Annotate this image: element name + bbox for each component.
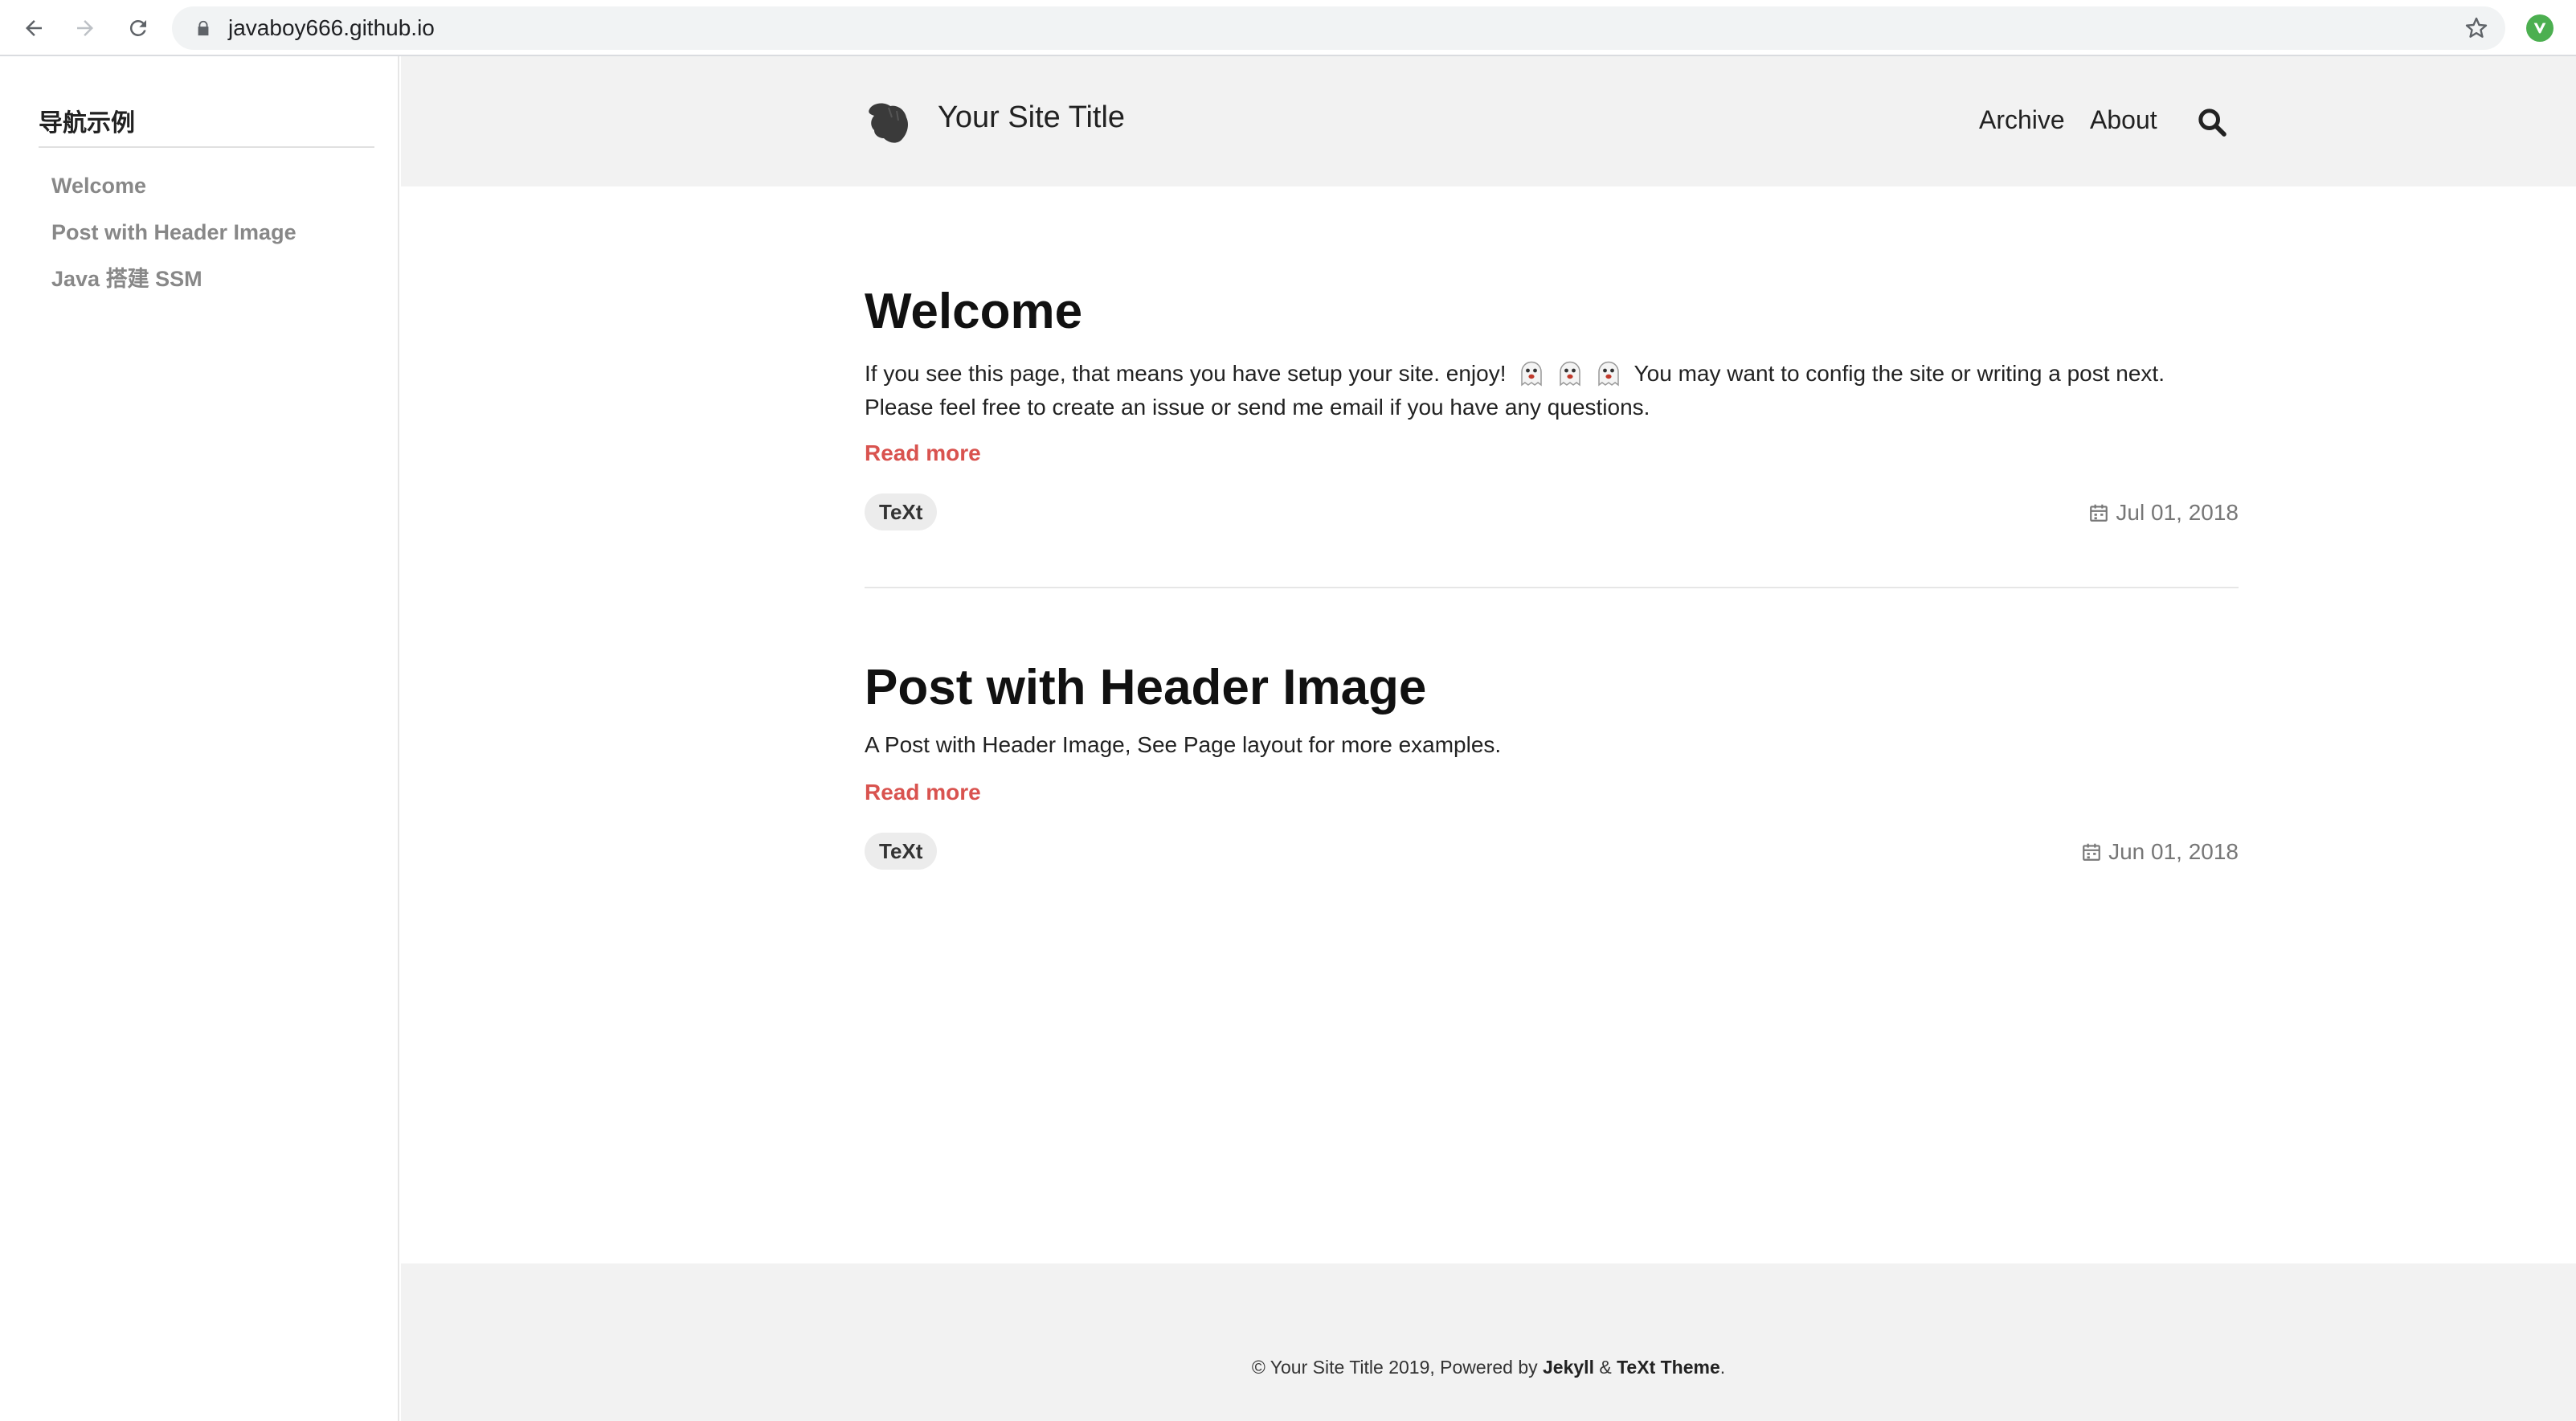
ghost-emoji-icon [1560, 361, 1581, 387]
reload-button[interactable] [121, 10, 156, 46]
post-title[interactable]: Post with Header Image [865, 659, 2239, 716]
post-item: Post with Header Image A Post with Heade… [865, 659, 2239, 870]
footer-amp: & [1599, 1357, 1612, 1378]
forward-arrow-icon [77, 20, 93, 36]
read-more-link[interactable]: Read more [865, 780, 981, 805]
post-excerpt: If you see this page, that means you hav… [865, 357, 2239, 424]
sidebar-item-java-ssm[interactable]: Java 搭建 SSM [51, 256, 296, 302]
site-footer: © Your Site Title 2019, Powered by Jekyl… [401, 1263, 2576, 1421]
logo-icon[interactable] [865, 98, 913, 146]
tag-badge[interactable]: TeXt [865, 833, 938, 870]
address-bar[interactable]: javaboy666.github.io [172, 6, 2505, 50]
calendar-icon [2090, 504, 2108, 522]
nav-archive[interactable]: Archive [1979, 105, 2065, 135]
lock-icon [198, 20, 209, 36]
ghost-emoji-icon [1598, 361, 1620, 387]
excerpt-text: If you see this page, that means you hav… [865, 361, 1507, 386]
post-date-text: Jul 01, 2018 [2116, 500, 2239, 525]
calendar-icon [2083, 843, 2100, 861]
back-button[interactable] [16, 10, 51, 46]
extension-icon[interactable] [2526, 14, 2554, 42]
site-title[interactable]: Your Site Title [938, 100, 1125, 135]
post-title[interactable]: Welcome [865, 283, 2239, 340]
footer-copyright: © Your Site Title 2019, Powered by [1251, 1357, 1538, 1378]
sidebar-item-post-with-header-image[interactable]: Post with Header Image [51, 209, 296, 256]
sidebar-list: Welcome Post with Header Image Java 搭建 S… [51, 162, 296, 302]
forward-button[interactable] [67, 10, 103, 46]
excerpt-text: You may want to config the site or writi… [1634, 361, 2165, 386]
site-header: Your Site Title Archive About [401, 56, 2576, 186]
footer-theme-link[interactable]: TeXt Theme [1617, 1357, 1720, 1378]
sidebar: 导航示例 Welcome Post with Header Image Java… [0, 56, 399, 1421]
browser-toolbar: javaboy666.github.io [0, 0, 2576, 56]
footer-jekyll-link[interactable]: Jekyll [1543, 1357, 1594, 1378]
sidebar-item-welcome[interactable]: Welcome [51, 162, 296, 209]
reload-icon [129, 19, 146, 36]
ghost-emoji-icon [1521, 361, 1543, 387]
sidebar-title: 导航示例 [39, 110, 135, 137]
footer-text: © Your Site Title 2019, Powered by Jekyl… [401, 1357, 2576, 1378]
url-text: javaboy666.github.io [228, 15, 435, 40]
footer-suffix: . [1719, 1357, 1726, 1378]
post-divider [865, 587, 2239, 588]
post-item: Welcome If you see this page, that means… [865, 283, 2239, 530]
read-more-link[interactable]: Read more [865, 440, 981, 466]
search-icon[interactable] [2196, 106, 2228, 138]
back-arrow-icon [26, 20, 42, 36]
excerpt-text: A Post with Header Image, See Page layou… [865, 732, 1502, 757]
excerpt-text: Please feel free to create an issue or s… [865, 395, 1650, 420]
post-date-text: Jun 01, 2018 [2108, 839, 2239, 864]
star-icon[interactable] [2464, 15, 2489, 41]
post-date: Jul 01, 2018 [2088, 500, 2239, 526]
nav-about[interactable]: About [2090, 105, 2157, 135]
post-date: Jun 01, 2018 [2081, 839, 2239, 865]
post-excerpt: A Post with Header Image, See Page layou… [865, 728, 2239, 762]
tag-badge[interactable]: TeXt [865, 493, 938, 530]
sidebar-divider [39, 146, 374, 148]
